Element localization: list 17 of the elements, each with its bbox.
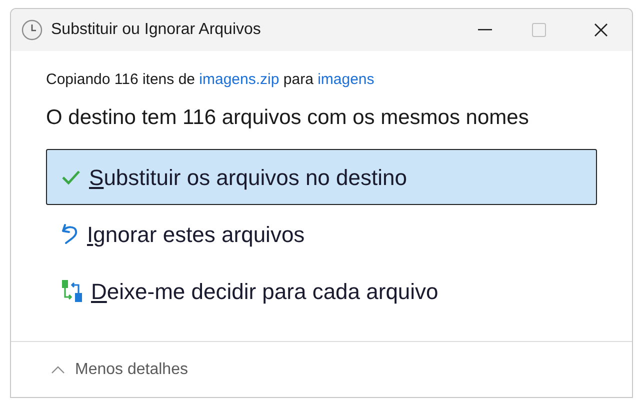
minimize-icon xyxy=(478,29,492,31)
window-title: Substituir ou Ignorar Arquivos xyxy=(51,20,261,40)
clock-icon xyxy=(21,19,43,41)
maximize-icon xyxy=(532,23,546,37)
details-toggle[interactable]: Menos detalhes xyxy=(51,358,188,382)
option-button[interactable]: Ignorar estes arquivos xyxy=(46,206,597,262)
chevron-up-icon xyxy=(51,366,65,374)
checkmark-icon xyxy=(61,169,81,185)
folder-link[interactable]: imagens.zip xyxy=(199,71,280,88)
option-button[interactable]: Substituir os arquivos no destino xyxy=(46,149,597,205)
undo-arrow-icon xyxy=(61,223,79,245)
option-button[interactable]: Deixe-me decidir para cada arquivo xyxy=(46,263,597,319)
copy-summary: Copiando 116 itens de imagens.zip para imagens xyxy=(46,70,376,90)
swap-files-icon xyxy=(61,279,83,303)
folder-link[interactable]: imagens xyxy=(318,71,374,88)
dialog-heading: O destino tem 116 arquivos com os mesmos nomes xyxy=(46,104,530,130)
close-icon xyxy=(594,23,608,37)
